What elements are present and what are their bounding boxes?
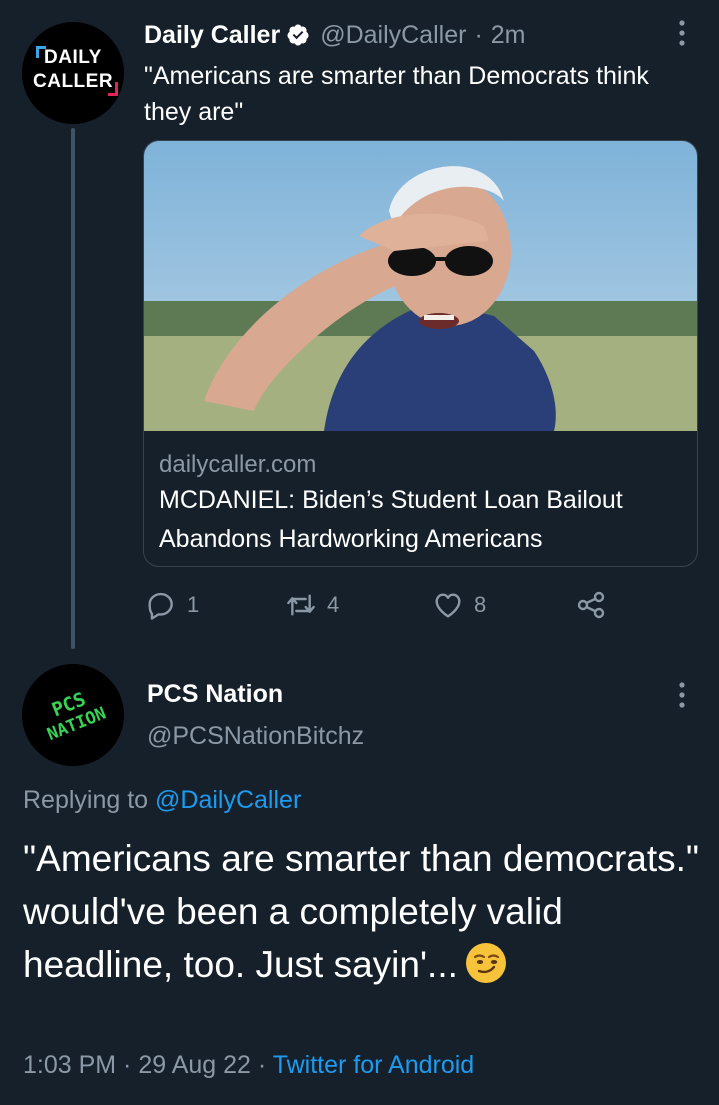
tweet-source[interactable]: Twitter for Android: [273, 1051, 474, 1079]
tweet-time[interactable]: 1:03 PM: [23, 1051, 116, 1079]
replying-to-line: Replying to @DailyCaller: [23, 786, 301, 815]
thread-connector-line: [71, 128, 75, 649]
retweet-count: 4: [327, 592, 340, 617]
reply-author-handle[interactable]: @PCSNationBitchz: [147, 722, 364, 751]
verified-badge-icon: [287, 24, 309, 46]
logo-text-line1: DAILY: [44, 47, 102, 68]
parent-tweet-header: Daily Caller @DailyCaller · 2m: [144, 18, 526, 52]
article-photo: [144, 141, 697, 431]
reply-icon: [148, 592, 173, 620]
daily-caller-logo: DAILY CALLER: [30, 44, 118, 102]
reply-tweet-text-block: "Americans are smarter than democrats." …: [23, 832, 703, 991]
card-title: MCDANIEL: Biden’s Student Loan Bailout A…: [159, 486, 623, 553]
author-display-name[interactable]: Daily Caller: [144, 21, 280, 50]
more-options-icon[interactable]: [672, 680, 692, 710]
replying-to-handle-link[interactable]: @DailyCaller: [155, 786, 301, 814]
share-icon: [577, 591, 605, 619]
like-button[interactable]: 8: [432, 588, 486, 622]
reply-count: 1: [187, 592, 200, 617]
heart-icon: [435, 593, 461, 618]
tweet-timestamp[interactable]: 2m: [491, 21, 526, 50]
retweet-icon: [287, 594, 315, 616]
retweet-button[interactable]: 4: [285, 588, 339, 622]
like-count: 8: [474, 592, 487, 617]
logo-text-line2: CALLER: [33, 71, 114, 92]
share-button[interactable]: [575, 588, 607, 622]
tweet-meta-line: 1:03 PM · 29 Aug 22 · Twitter for Androi…: [23, 1051, 474, 1080]
meta-separator: ·: [116, 1051, 139, 1079]
more-options-icon[interactable]: [672, 18, 692, 48]
parent-tweet-text: "Americans are smarter than Democrats th…: [144, 62, 649, 126]
card-domain: dailycaller.com: [159, 451, 317, 478]
link-preview-card[interactable]: dailycaller.com MCDANIEL: Biden’s Studen…: [143, 140, 698, 567]
tweet-date[interactable]: 29 Aug 22: [138, 1051, 251, 1079]
header-separator: ·: [474, 20, 483, 49]
logo-corner-bracket-red: [108, 82, 118, 96]
meta-separator: ·: [250, 1051, 273, 1079]
reply-author-display-name[interactable]: PCS Nation: [147, 680, 283, 709]
author-handle[interactable]: @DailyCaller: [320, 21, 466, 50]
reply-button[interactable]: 1: [145, 588, 199, 622]
replying-prefix: Replying to: [23, 786, 149, 814]
smirking-face-emoji-icon: [465, 943, 506, 983]
reply-tweet-text: "Americans are smarter than democrats." …: [23, 838, 700, 985]
daily-caller-avatar[interactable]: DAILY CALLER: [22, 22, 124, 124]
pcs-nation-avatar[interactable]: PCS NATION: [22, 664, 124, 766]
